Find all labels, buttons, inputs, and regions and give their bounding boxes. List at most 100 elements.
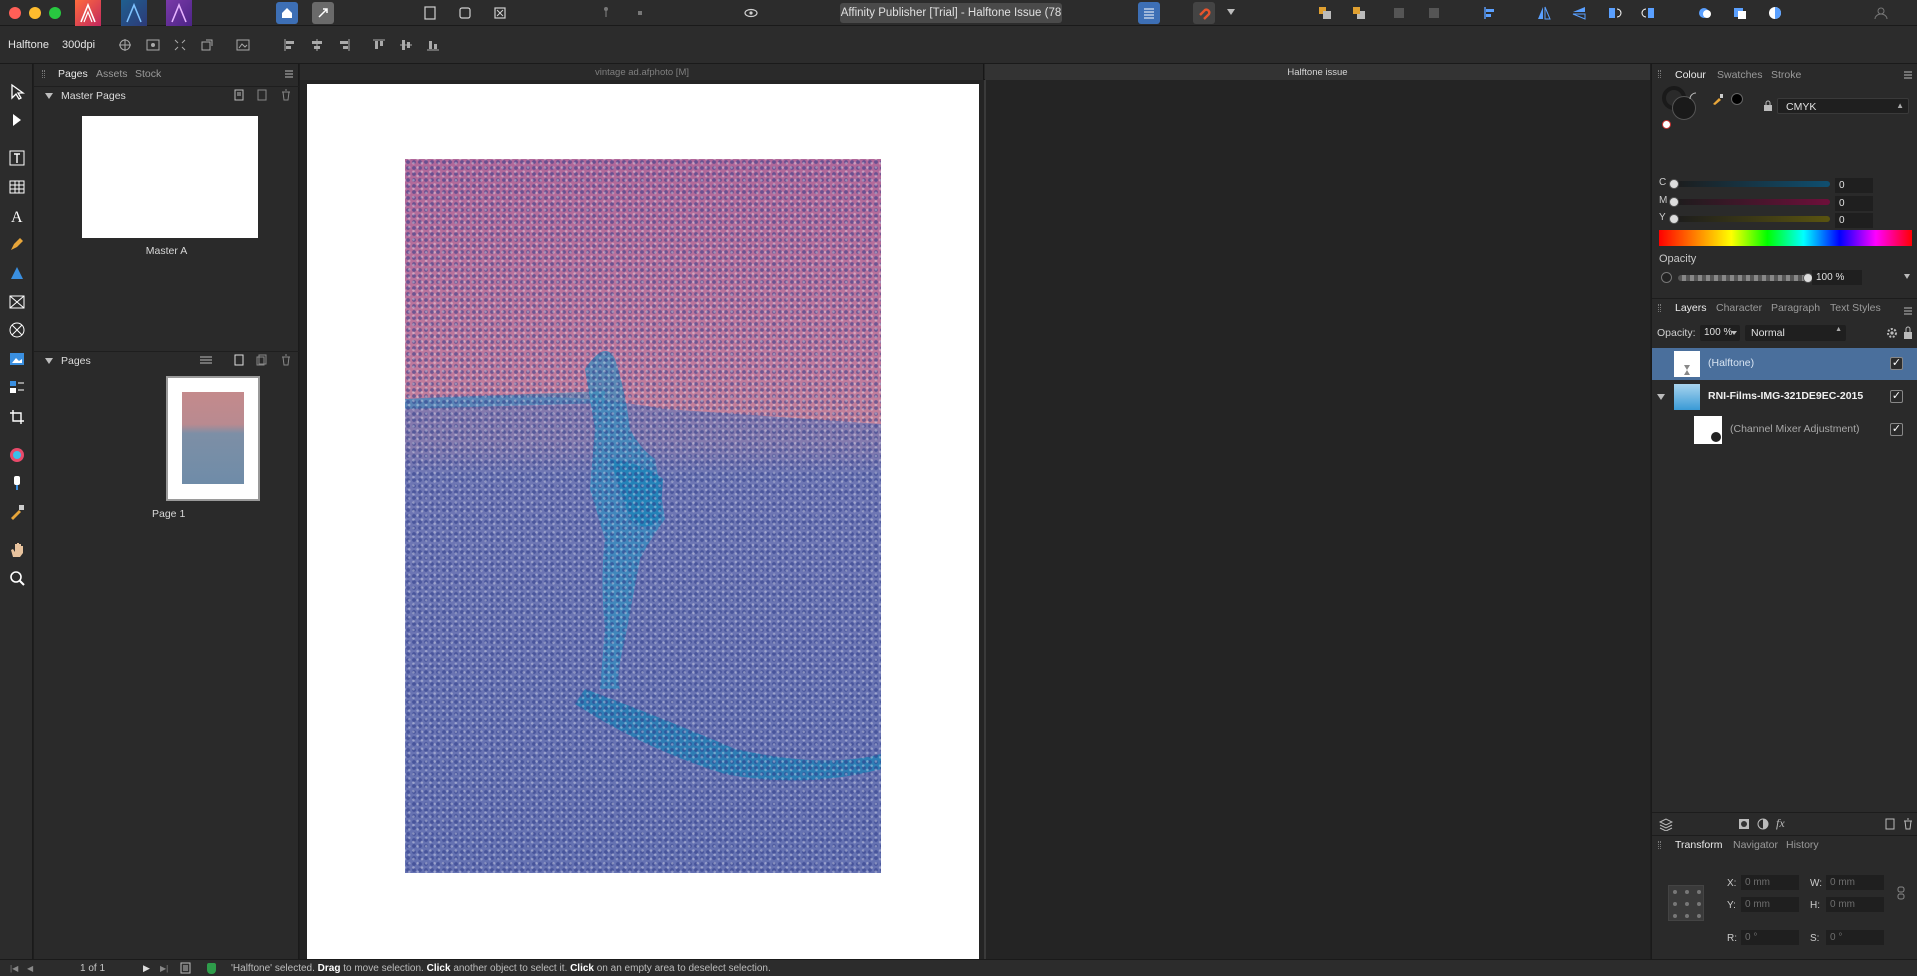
- share-button[interactable]: [312, 2, 334, 24]
- designer-persona-icon[interactable]: [121, 0, 147, 26]
- maximize-window-button[interactable]: [49, 7, 61, 19]
- publisher-persona-icon[interactable]: [75, 0, 101, 26]
- channel-slider-c[interactable]: [1674, 181, 1830, 187]
- home-button[interactable]: [276, 2, 298, 24]
- add-page-icon[interactable]: [233, 354, 245, 369]
- photo-persona-icon[interactable]: [166, 0, 192, 26]
- collapse-triangle-icon[interactable]: [45, 93, 53, 99]
- crosshair-icon[interactable]: [116, 36, 134, 54]
- colour-spectrum[interactable]: [1659, 230, 1912, 246]
- node-tool-icon[interactable]: [5, 108, 29, 132]
- collapse-triangle-icon[interactable]: [45, 358, 53, 364]
- align-middle-ctx-icon[interactable]: [397, 36, 415, 54]
- master-pages-header[interactable]: Master Pages: [34, 86, 299, 102]
- y-field[interactable]: 0 mm: [1741, 897, 1799, 912]
- align-center-ctx-icon[interactable]: [308, 36, 326, 54]
- align-top-ctx-icon[interactable]: [370, 36, 388, 54]
- first-page-icon[interactable]: |◀: [10, 964, 18, 973]
- tab-pages[interactable]: Pages: [58, 68, 88, 80]
- layer-visibility-checkbox[interactable]: ✓: [1890, 357, 1903, 370]
- w-field[interactable]: 0 mm: [1826, 875, 1884, 890]
- opacity-value-field[interactable]: 100 %: [1812, 270, 1862, 285]
- rotate-right-icon[interactable]: [1638, 2, 1660, 24]
- square-small-icon[interactable]: [629, 2, 651, 24]
- channel-knob-m[interactable]: [1669, 197, 1679, 207]
- blend-mode-select[interactable]: Normal ▲: [1745, 325, 1846, 341]
- channel-knob-y[interactable]: [1669, 214, 1679, 224]
- view-mode-normal-icon[interactable]: [419, 2, 441, 24]
- channel-value-c[interactable]: 0: [1835, 178, 1873, 193]
- layer-row-image[interactable]: RNI-Films-IMG-321DE9EC-2015 ✓: [1652, 381, 1917, 413]
- swap-colours-icon[interactable]: [1688, 91, 1698, 101]
- tab-stroke[interactable]: Stroke: [1771, 69, 1801, 81]
- panel-menu-icon[interactable]: [1904, 70, 1914, 79]
- layer-opacity-field[interactable]: 100 %: [1700, 325, 1740, 341]
- move-tool-icon[interactable]: [5, 80, 29, 104]
- next-page-icon[interactable]: ▶: [143, 963, 150, 974]
- picture-frame-tool-icon[interactable]: [5, 290, 29, 314]
- baseline-grid-button[interactable]: [1138, 2, 1160, 24]
- anchor-selector[interactable]: [1668, 885, 1704, 921]
- layer-row-halftone[interactable]: (Halftone) ✓: [1652, 348, 1917, 380]
- chevron-down-icon[interactable]: [1227, 9, 1235, 15]
- channel-value-m[interactable]: 0: [1835, 196, 1873, 211]
- table-format-tool-icon[interactable]: [5, 375, 29, 399]
- transparency-tool-icon[interactable]: [5, 471, 29, 495]
- table-tool-icon[interactable]: [5, 175, 29, 199]
- page-1-thumbnail[interactable]: [166, 376, 260, 501]
- close-window-button[interactable]: [9, 7, 21, 19]
- delete-master-icon[interactable]: [280, 89, 292, 104]
- tab-navigator[interactable]: Navigator: [1733, 839, 1778, 851]
- panel-grip-icon[interactable]: [1658, 304, 1661, 312]
- snapping-magnet-icon[interactable]: [1193, 2, 1215, 24]
- add-layer-icon[interactable]: [1884, 818, 1896, 833]
- view-mode-bleed-icon[interactable]: [454, 2, 476, 24]
- channel-value-y[interactable]: 0: [1835, 213, 1873, 228]
- boolean-subtract-icon[interactable]: [1729, 2, 1751, 24]
- doc-tab-vintage-ad[interactable]: vintage ad.afphoto [M]: [300, 64, 984, 80]
- boolean-add-icon[interactable]: [1694, 2, 1716, 24]
- tab-history[interactable]: History: [1786, 839, 1819, 851]
- hand-tool-icon[interactable]: [5, 538, 29, 562]
- channel-knob-c[interactable]: [1669, 179, 1679, 189]
- mask-layer-icon[interactable]: [1738, 818, 1750, 833]
- arrange-front-icon[interactable]: [1388, 2, 1410, 24]
- x-field[interactable]: 0 mm: [1741, 875, 1799, 890]
- colour-model-select[interactable]: CMYK ▲: [1777, 98, 1909, 114]
- page-icon[interactable]: [180, 962, 191, 976]
- view-icon[interactable]: [144, 36, 162, 54]
- ellipse-frame-tool-icon[interactable]: [5, 318, 29, 342]
- doc-tab-halftone-issue[interactable]: Halftone issue: [985, 64, 1650, 80]
- arrange-top-icon[interactable]: [1423, 2, 1445, 24]
- halftone-image[interactable]: [405, 159, 881, 873]
- master-page-options-icon[interactable]: [233, 89, 245, 104]
- panel-menu-icon[interactable]: [1904, 306, 1914, 315]
- flip-vertical-icon[interactable]: [1568, 2, 1590, 24]
- picked-colour-swatch[interactable]: [1731, 93, 1743, 105]
- align-right-ctx-icon[interactable]: [335, 36, 353, 54]
- tab-transform[interactable]: Transform: [1675, 839, 1722, 851]
- lock-icon[interactable]: [1903, 326, 1913, 340]
- eyedropper-icon[interactable]: [1712, 93, 1724, 105]
- lock-icon[interactable]: [1763, 100, 1773, 112]
- add-master-icon[interactable]: [256, 89, 268, 104]
- rotation-field[interactable]: 0 °: [1741, 930, 1799, 945]
- adjustment-layer-icon[interactable]: [1757, 818, 1769, 833]
- layer-visibility-checkbox[interactable]: ✓: [1890, 423, 1903, 436]
- artistic-text-tool-icon[interactable]: A: [5, 204, 29, 228]
- panel-grip-icon[interactable]: [1658, 841, 1661, 849]
- panel-menu-icon[interactable]: [285, 69, 295, 78]
- tab-assets[interactable]: Assets: [96, 68, 128, 80]
- flip-horizontal-icon[interactable]: [1533, 2, 1555, 24]
- shape-tool-icon[interactable]: [5, 261, 29, 285]
- no-fill-icon[interactable]: [1662, 120, 1671, 129]
- panel-grip-icon[interactable]: [42, 70, 45, 78]
- gear-icon[interactable]: [1885, 326, 1899, 340]
- tab-colour[interactable]: Colour: [1675, 69, 1706, 81]
- layer-row-channel-mixer[interactable]: (Channel Mixer Adjustment) ✓: [1652, 413, 1917, 445]
- boolean-intersect-icon[interactable]: [1764, 2, 1786, 24]
- master-a-thumbnail[interactable]: [82, 116, 258, 238]
- minimize-window-button[interactable]: [29, 7, 41, 19]
- account-icon[interactable]: [1870, 2, 1892, 24]
- arrange-back-icon[interactable]: [1314, 2, 1336, 24]
